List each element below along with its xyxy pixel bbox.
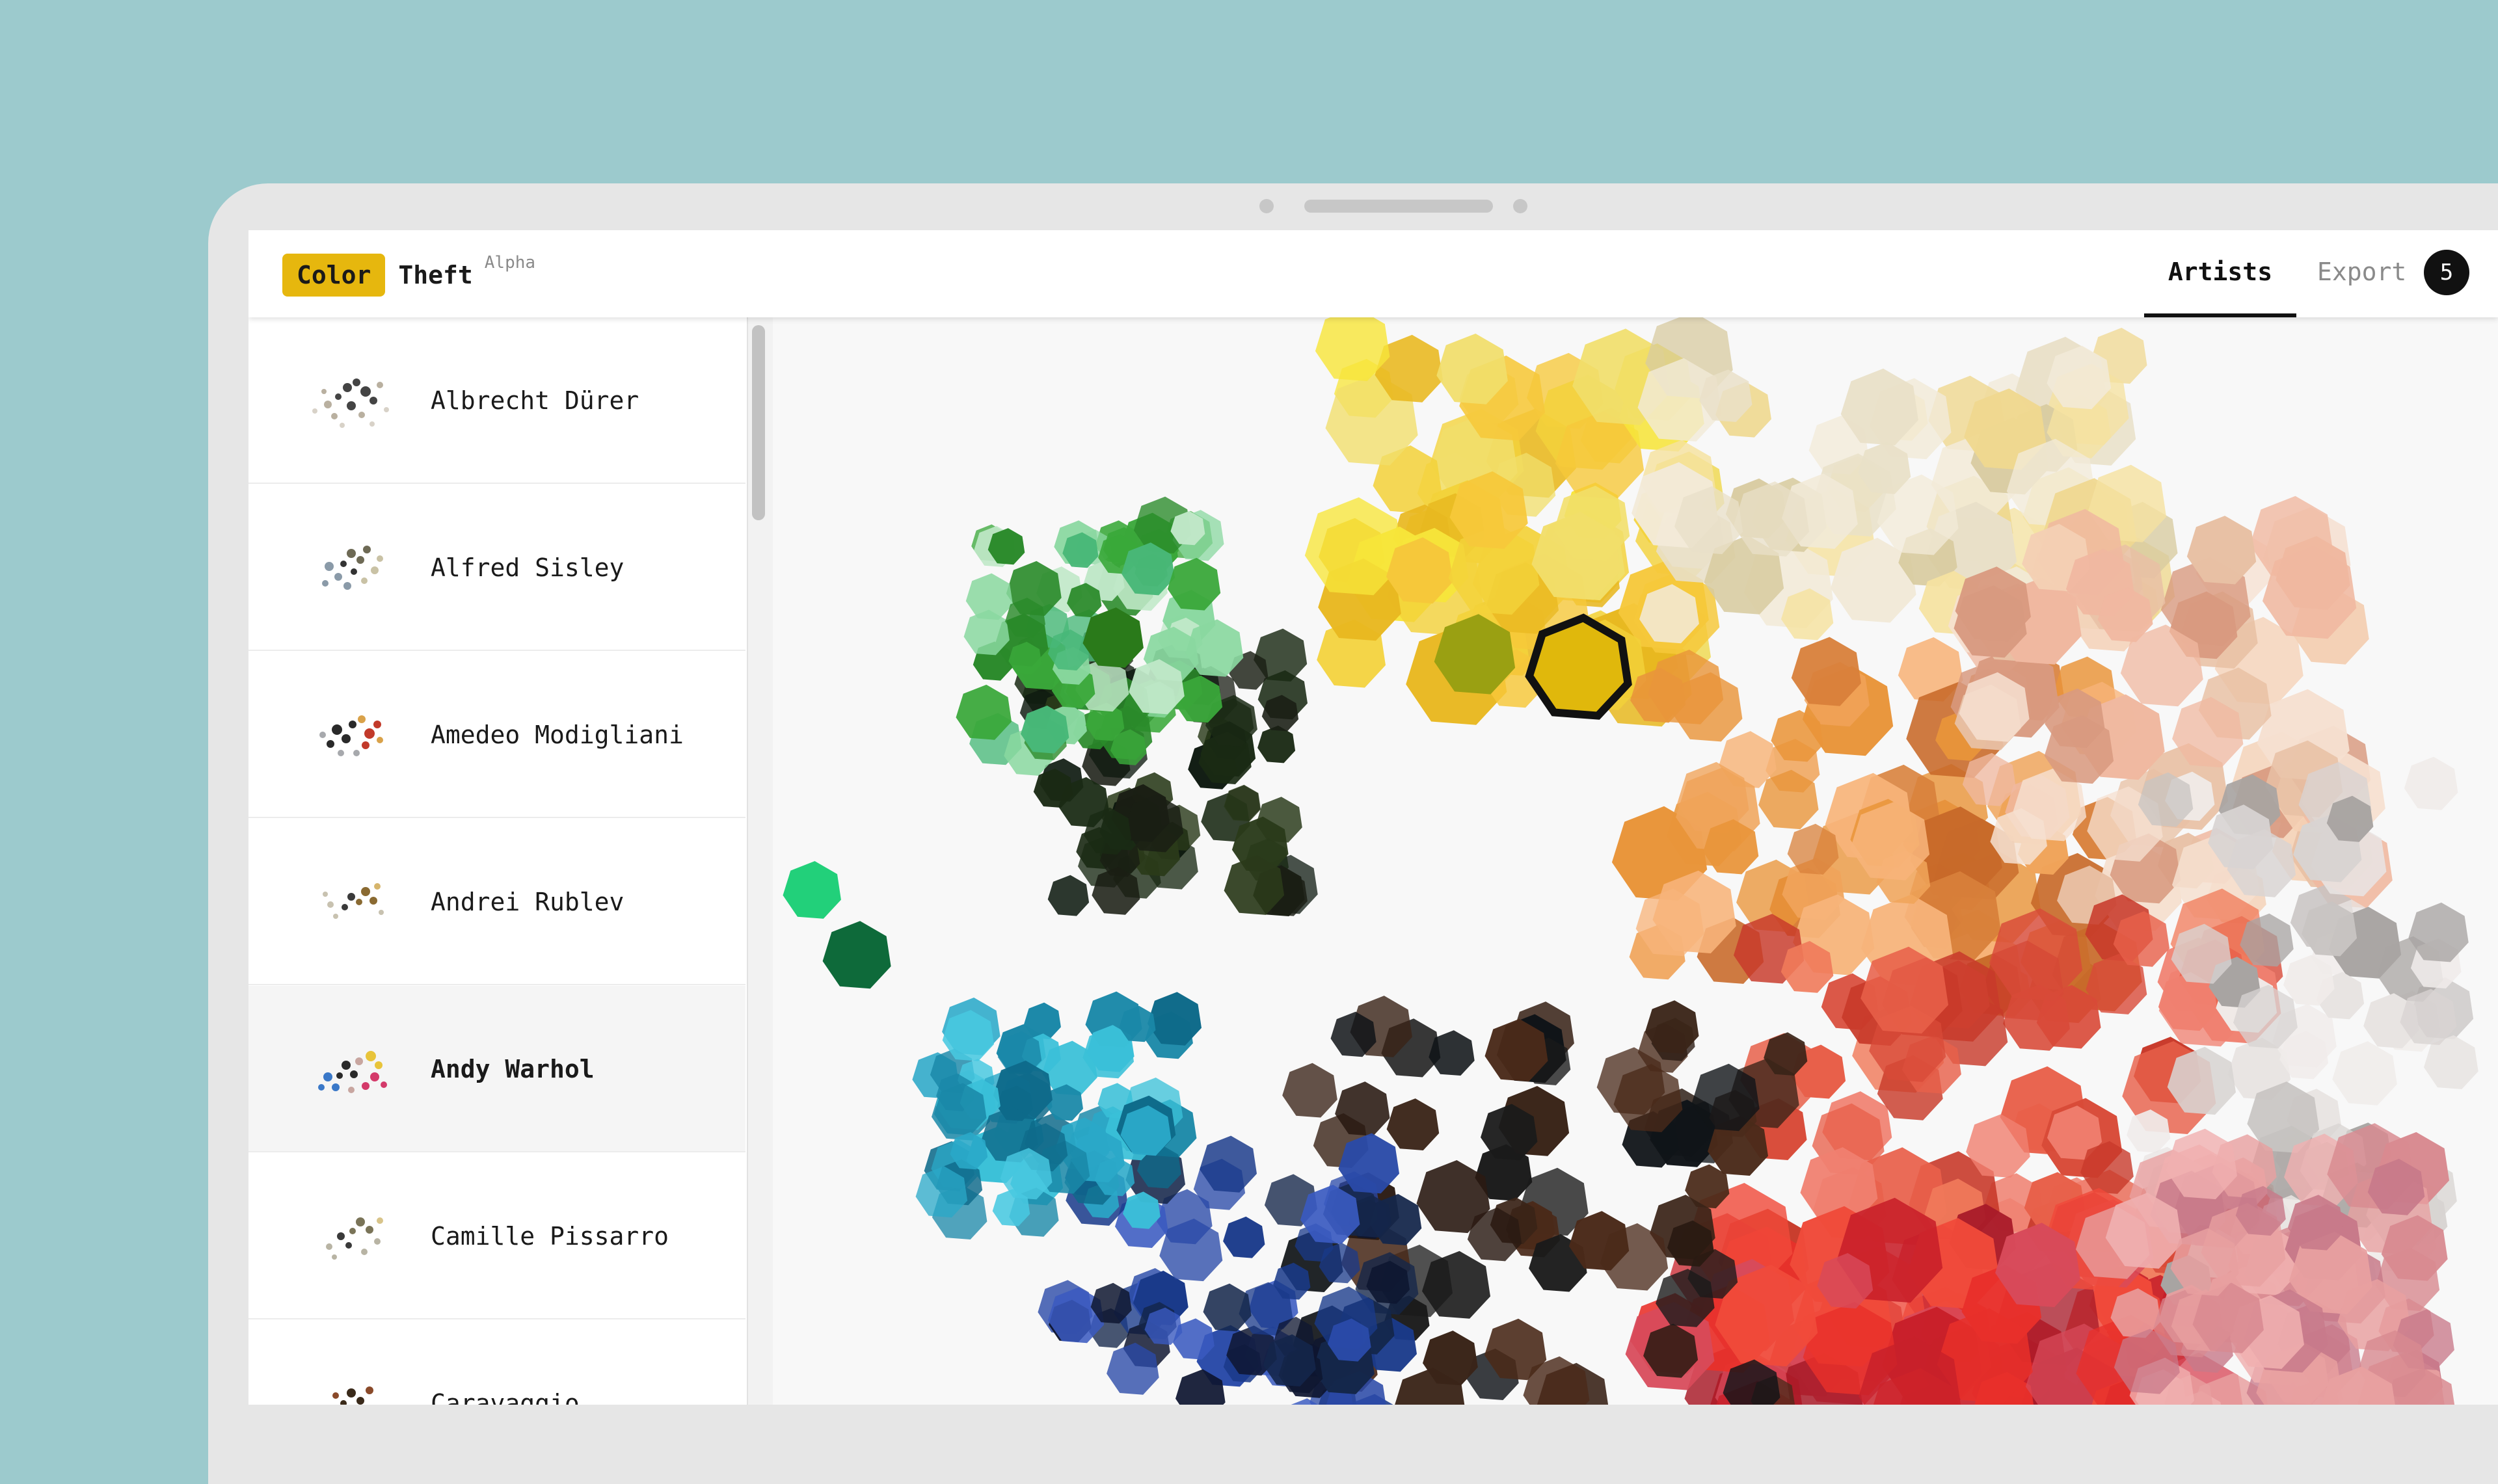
palette-thumbnail-icon [332, 1386, 373, 1405]
color-swatch[interactable] [1223, 1216, 1265, 1258]
brand[interactable]: Color Theft Alpha [282, 254, 535, 297]
sidebar-scrollbar-thumb[interactable] [752, 325, 765, 520]
artist-list: Albrecht Dürer Alfred Sisley Amedeo Modi… [248, 317, 748, 1405]
artist-name: Albrecht Dürer [431, 386, 639, 415]
artist-item-andy-warhol[interactable]: Andy Warhol [248, 986, 745, 1152]
palette-thumbnail-icon [326, 1217, 383, 1260]
color-swatch[interactable] [2332, 1041, 2397, 1106]
artist-item-amedeo-modigliani[interactable]: Amedeo Modigliani [248, 652, 745, 818]
tab-artists[interactable]: Artists [2144, 230, 2296, 317]
speaker-slot [1304, 200, 1493, 213]
palette-thumbnail-icon [312, 378, 389, 428]
export-count-badge[interactable]: 5 [2424, 250, 2469, 295]
artist-item-caravaggio[interactable]: Caravaggio [248, 1320, 745, 1405]
palette-thumbnail-icon [318, 1051, 387, 1093]
camera-dot-left [1259, 199, 1274, 213]
artist-name: Amedeo Modigliani [431, 721, 684, 749]
logo-theft-word: Theft [398, 261, 473, 289]
palette-thumbnail-icon [322, 546, 383, 590]
color-swatch[interactable] [1282, 1063, 1337, 1118]
palette-thumbnail-icon [323, 883, 384, 919]
app-screen: Color Theft Alpha Artists Export 5 Albre… [248, 230, 2498, 1405]
logo-color-word: Color [282, 254, 386, 297]
color-swatch[interactable] [1386, 1098, 1440, 1150]
camera-dot-right [1513, 199, 1527, 213]
top-bar: Color Theft Alpha Artists Export 5 [248, 230, 2498, 317]
artist-name: Andrei Rublev [431, 888, 624, 916]
color-swatch[interactable] [822, 921, 891, 989]
color-swatch[interactable] [2404, 756, 2458, 810]
artist-name: Andy Warhol [431, 1055, 595, 1083]
artist-item-alfred-sisley[interactable]: Alfred Sisley [248, 484, 745, 651]
selected-color-swatch[interactable] [1525, 613, 1632, 720]
artist-name: Alfred Sisley [431, 553, 624, 582]
color-swatch[interactable] [1203, 1283, 1252, 1332]
artist-item-camille-pissarro[interactable]: Camille Pissarro [248, 1153, 745, 1319]
artist-name: Camille Pissarro [431, 1222, 669, 1251]
color-swatch[interactable] [783, 861, 841, 919]
tab-export[interactable]: Export [2317, 230, 2406, 317]
release-badge: Alpha [484, 253, 536, 272]
palette-thumbnail-icon [319, 715, 383, 756]
artist-name: Caravaggio [431, 1389, 580, 1405]
color-cloud-visualization[interactable] [773, 317, 2498, 1405]
artist-item-albrecht-durer[interactable]: Albrecht Dürer [248, 317, 745, 484]
color-swatch[interactable] [1257, 725, 1296, 763]
color-swatch[interactable] [1047, 875, 1090, 916]
artist-item-andrei-rublev[interactable]: Andrei Rublev [248, 819, 745, 985]
